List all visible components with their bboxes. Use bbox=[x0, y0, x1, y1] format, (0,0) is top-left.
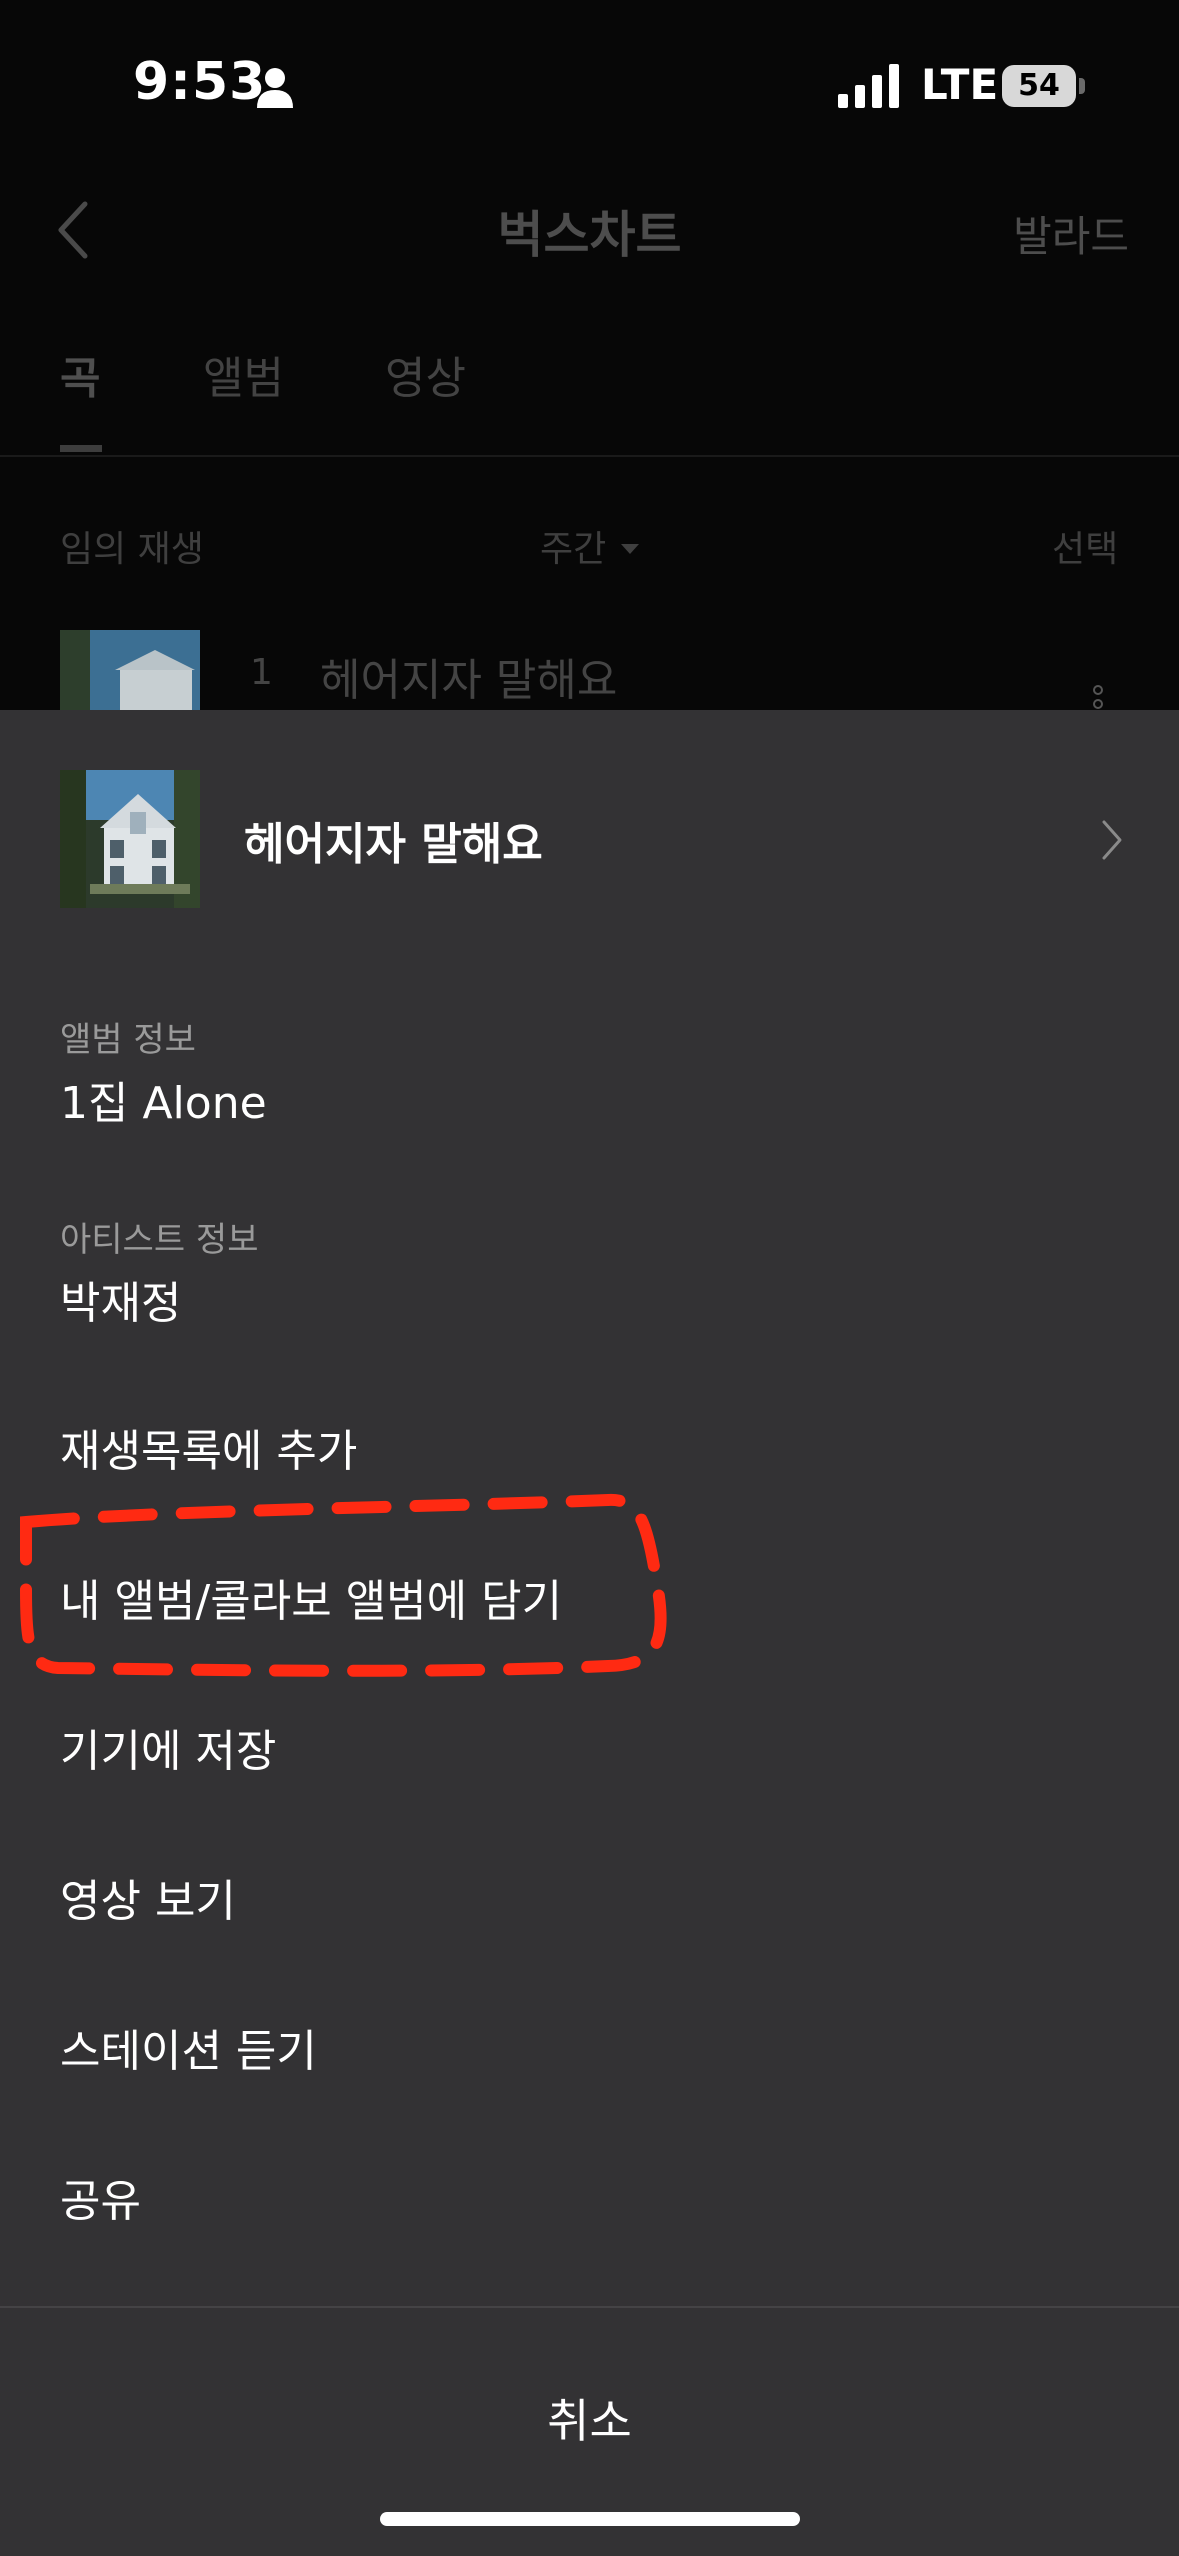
artist-info-item[interactable]: 아티스트 정보 박재정 bbox=[60, 1212, 259, 1331]
cancel-label: 취소 bbox=[547, 2394, 632, 2448]
network-type: LTE bbox=[921, 60, 999, 109]
shuffle-play-button[interactable]: 임의 재생 bbox=[60, 520, 204, 572]
battery-tip bbox=[1079, 78, 1085, 94]
album-info-item[interactable]: 앨범 정보 1집 Alone bbox=[60, 1012, 267, 1131]
tab-videos[interactable]: 영상 bbox=[385, 342, 466, 406]
page-title: 벅스차트 bbox=[497, 206, 682, 264]
chart-row[interactable]: 1 헤어지자 말해요 bbox=[0, 630, 1179, 710]
artist-info-caption: 아티스트 정보 bbox=[60, 1220, 259, 1260]
watch-video-item[interactable]: 영상 보기 bbox=[60, 1865, 236, 1929]
chart-song-title: 헤어지자 말해요 bbox=[320, 655, 618, 706]
album-art-thumbnail bbox=[60, 630, 200, 710]
cellular-signal-icon bbox=[838, 64, 899, 108]
chevron-right-icon bbox=[1102, 820, 1122, 860]
battery-level: 54 bbox=[1018, 68, 1060, 103]
tab-songs[interactable]: 곡 bbox=[60, 342, 100, 406]
save-to-device-item[interactable]: 기기에 저장 bbox=[60, 1715, 276, 1779]
select-button[interactable]: 선택 bbox=[1052, 520, 1118, 572]
period-select[interactable]: 주간 bbox=[540, 520, 606, 572]
red-dashed-highlight bbox=[20, 1493, 667, 1677]
album-art bbox=[60, 770, 200, 908]
share-item[interactable]: 공유 bbox=[60, 2165, 141, 2229]
person-icon bbox=[257, 68, 293, 108]
song-header[interactable]: 헤어지자 말해요 bbox=[0, 710, 1179, 910]
home-indicator[interactable] bbox=[380, 2512, 800, 2526]
list-toolbar: 임의 재생 주간 선택 bbox=[0, 520, 1179, 580]
battery-icon: 54 bbox=[1002, 65, 1076, 107]
status-bar: 9:53 LTE 54 bbox=[0, 0, 1179, 175]
more-options-icon[interactable] bbox=[1090, 680, 1106, 710]
artist-info-value: 박재정 bbox=[60, 1278, 182, 1329]
tab-albums[interactable]: 앨범 bbox=[203, 342, 284, 406]
active-tab-indicator bbox=[60, 445, 102, 452]
genre-button[interactable]: 발라드 bbox=[1013, 203, 1129, 264]
chart-rank: 1 bbox=[250, 652, 273, 693]
album-info-value: 1집 Alone bbox=[60, 1078, 267, 1129]
add-to-playlist-item[interactable]: 재생목록에 추가 bbox=[60, 1415, 357, 1479]
tab-bar: 곡 앨범 영상 bbox=[0, 330, 1179, 457]
listen-station-item[interactable]: 스테이션 듣기 bbox=[60, 2015, 317, 2079]
caret-down-icon bbox=[621, 544, 639, 554]
song-title: 헤어지자 말해요 bbox=[244, 819, 543, 870]
album-info-caption: 앨범 정보 bbox=[60, 1020, 196, 1060]
background-chart-page: 9:53 LTE 54 벅스차트 발라드 곡 앨범 영상 임의 재생 주간 선택 bbox=[0, 0, 1179, 710]
status-time: 9:53 bbox=[133, 52, 267, 112]
